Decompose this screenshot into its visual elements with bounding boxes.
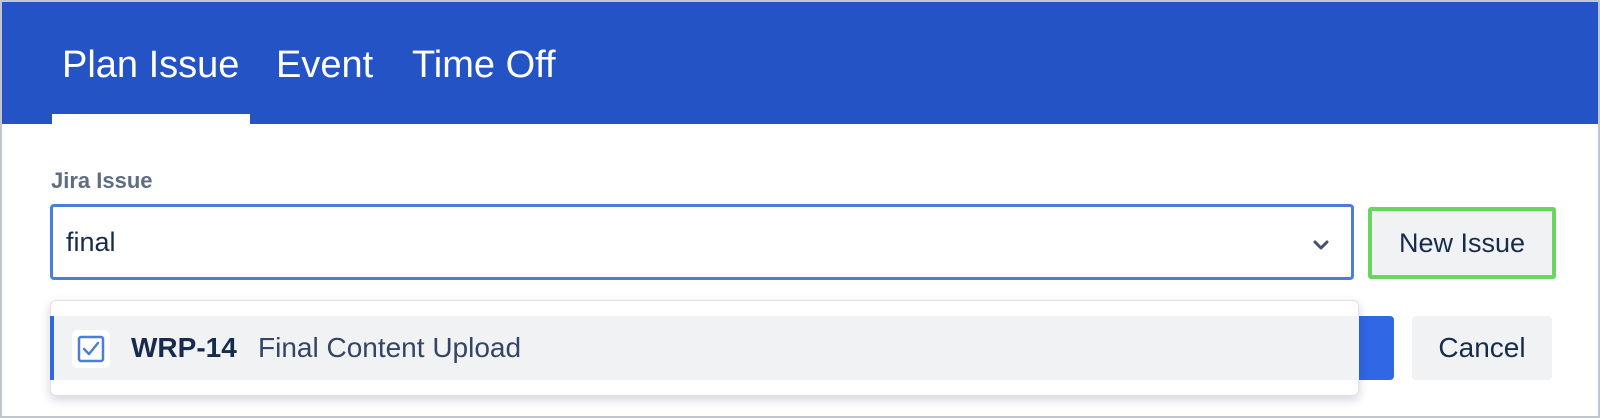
chevron-down-icon[interactable] bbox=[1308, 232, 1334, 258]
tab-plan-issue[interactable]: Plan Issue bbox=[62, 42, 239, 88]
tab-time-off[interactable]: Time Off bbox=[412, 42, 556, 88]
tab-header bbox=[2, 2, 1598, 124]
jira-issue-label: Jira Issue bbox=[51, 168, 153, 193]
issue-key: WRP-14 bbox=[131, 332, 237, 363]
new-issue-button[interactable]: New Issue bbox=[1368, 207, 1556, 279]
cancel-button[interactable]: Cancel bbox=[1412, 316, 1552, 380]
active-tab-indicator bbox=[52, 114, 250, 124]
dropdown-option[interactable] bbox=[50, 316, 1359, 380]
task-checkbox-icon bbox=[72, 330, 110, 368]
jira-issue-search-input[interactable] bbox=[66, 224, 1266, 260]
tab-event[interactable]: Event bbox=[276, 42, 373, 88]
issue-summary: Final Content Upload bbox=[258, 332, 522, 363]
